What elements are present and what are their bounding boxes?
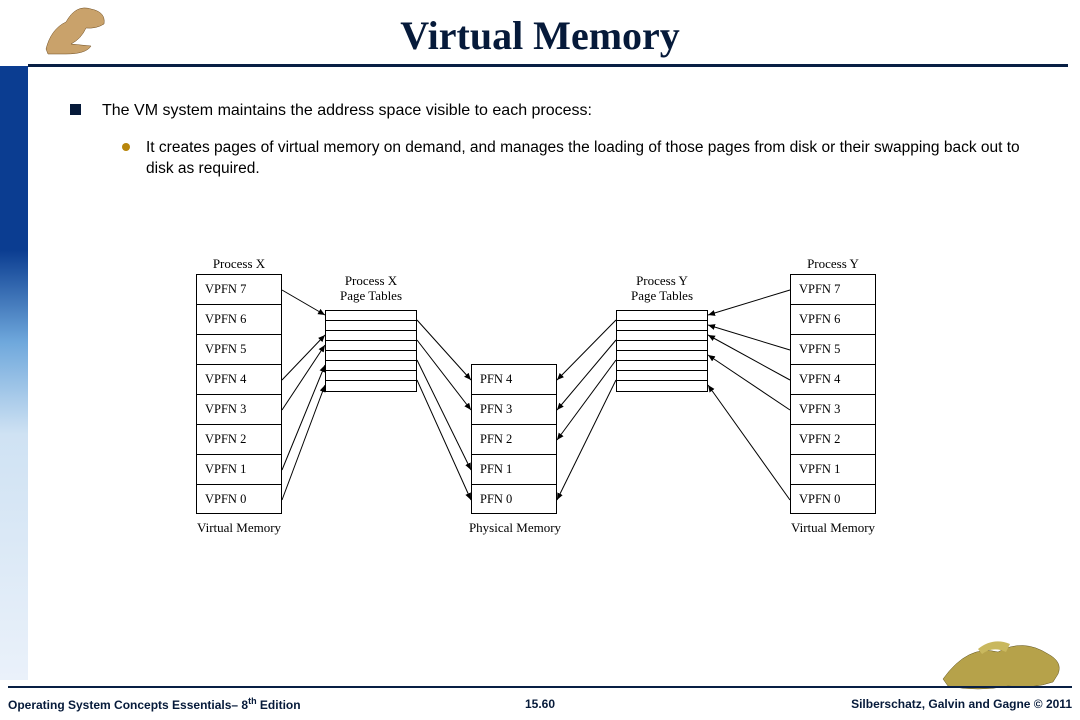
label-py-pagetables: Process Y Page Tables bbox=[616, 274, 708, 304]
cell-pfn: PFN 1 bbox=[471, 454, 557, 484]
cell-vpfn: VPFN 3 bbox=[790, 394, 876, 424]
bullet-level2: It creates pages of virtual memory on de… bbox=[122, 138, 1050, 180]
cell-pfn: PFN 4 bbox=[471, 364, 557, 394]
dinosaur-bottom-icon bbox=[938, 634, 1068, 694]
round-bullet-icon bbox=[122, 143, 130, 151]
cell-vpfn: VPFN 2 bbox=[790, 424, 876, 454]
cell-vpfn: VPFN 7 bbox=[790, 274, 876, 304]
page-title: Virtual Memory bbox=[0, 12, 1080, 59]
stack-process-x: VPFN 7 VPFN 6 VPFN 5 VPFN 4 VPFN 3 VPFN … bbox=[196, 274, 282, 514]
pagetable-y bbox=[616, 310, 708, 392]
bullet-level1: The VM system maintains the address spac… bbox=[70, 100, 1050, 122]
square-bullet-icon bbox=[70, 104, 81, 115]
cell-vpfn: VPFN 1 bbox=[196, 454, 282, 484]
caption-pm: Physical Memory bbox=[460, 520, 570, 536]
cell-pfn: PFN 0 bbox=[471, 484, 557, 514]
cell-vpfn: VPFN 7 bbox=[196, 274, 282, 304]
footer-center: 15.60 bbox=[525, 697, 555, 711]
cell-vpfn: VPFN 6 bbox=[196, 304, 282, 334]
stack-physical: PFN 4 PFN 3 PFN 2 PFN 1 PFN 0 bbox=[471, 364, 557, 514]
footer-left-a: Operating System Concepts Essentials– 8 bbox=[8, 698, 248, 712]
cell-vpfn: VPFN 4 bbox=[196, 364, 282, 394]
vm-diagram: Process X Process X Page Tables Process … bbox=[0, 268, 1080, 598]
cell-pfn: PFN 2 bbox=[471, 424, 557, 454]
caption-vm-x: Virtual Memory bbox=[188, 520, 290, 536]
cell-vpfn: VPFN 5 bbox=[790, 334, 876, 364]
cell-vpfn: VPFN 3 bbox=[196, 394, 282, 424]
content-area: The VM system maintains the address spac… bbox=[70, 100, 1050, 179]
footer-left-sup: th bbox=[248, 696, 257, 706]
stack-process-y: VPFN 7 VPFN 6 VPFN 5 VPFN 4 VPFN 3 VPFN … bbox=[790, 274, 876, 514]
label-px-pagetables: Process X Page Tables bbox=[325, 274, 417, 304]
cell-vpfn: VPFN 5 bbox=[196, 334, 282, 364]
cell-vpfn: VPFN 1 bbox=[790, 454, 876, 484]
cell-vpfn: VPFN 0 bbox=[790, 484, 876, 514]
title-underline bbox=[28, 64, 1068, 67]
cell-vpfn: VPFN 2 bbox=[196, 424, 282, 454]
label-process-y: Process Y bbox=[790, 256, 876, 272]
footer-right: Silberschatz, Galvin and Gagne © 2011 bbox=[851, 697, 1072, 711]
footer-left-b: Edition bbox=[257, 698, 301, 712]
caption-vm-y: Virtual Memory bbox=[782, 520, 884, 536]
cell-vpfn: VPFN 6 bbox=[790, 304, 876, 334]
pagetable-x bbox=[325, 310, 417, 392]
cell-pfn: PFN 3 bbox=[471, 394, 557, 424]
label-process-x: Process X bbox=[196, 256, 282, 272]
cell-vpfn: VPFN 4 bbox=[790, 364, 876, 394]
footer-left: Operating System Concepts Essentials– 8t… bbox=[8, 696, 301, 712]
bullet2-text: It creates pages of virtual memory on de… bbox=[146, 139, 1020, 177]
cell-vpfn: VPFN 0 bbox=[196, 484, 282, 514]
footer: Operating System Concepts Essentials– 8t… bbox=[8, 686, 1072, 714]
bullet1-text: The VM system maintains the address spac… bbox=[102, 102, 592, 119]
